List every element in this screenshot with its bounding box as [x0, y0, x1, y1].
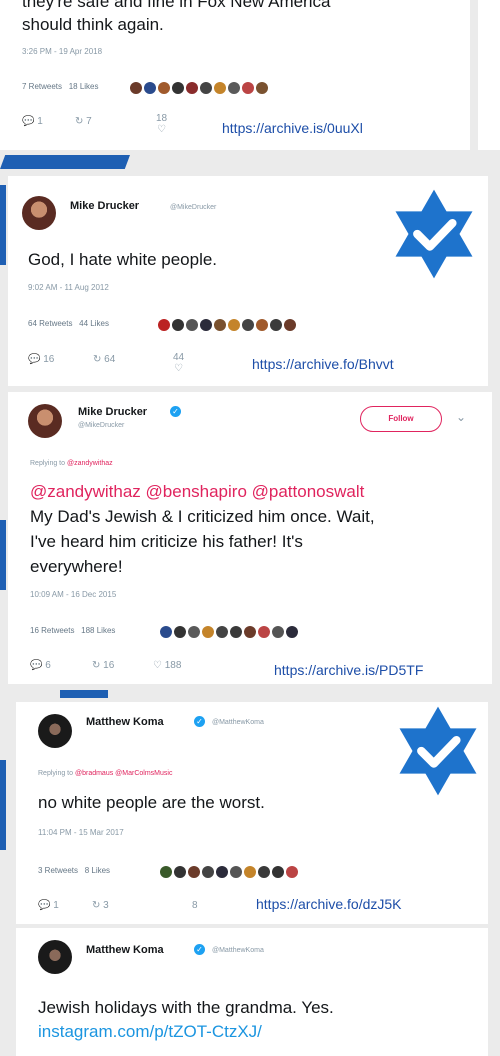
retweet-action[interactable]: ↻ 64	[93, 354, 115, 365]
replying-to: Replying to @zandywithaz	[30, 460, 113, 467]
side-card-top	[478, 0, 500, 150]
heart-icon: ♡	[157, 124, 167, 135]
tweet-stats: 16 Retweets 188 Likes	[30, 626, 115, 635]
replying-to: Replying to @bradmaus @MarColmsMusic	[38, 770, 172, 777]
tweet-text: Jewish holidays with the grandma. Yes.	[38, 998, 334, 1017]
like-action[interactable]: ♡ 188	[153, 660, 181, 671]
reply-count: 16	[43, 354, 55, 365]
replying-to-prefix: Replying to	[30, 460, 66, 467]
avatar[interactable]	[38, 940, 72, 974]
retweet-action-count: 3	[103, 900, 109, 911]
author-name[interactable]: Matthew Koma	[86, 944, 164, 956]
like-action-count: 188	[164, 660, 182, 671]
archive-link[interactable]: https://archive.is/0uuXl	[222, 120, 363, 136]
archive-link[interactable]: https://archive.fo/dzJ5K	[256, 896, 402, 912]
retweet-action-count: 64	[104, 354, 116, 365]
tweet-timestamp: 3:26 PM - 19 Apr 2018	[22, 47, 103, 56]
author-handle[interactable]: @MatthewKoma	[212, 719, 264, 726]
tweet-link[interactable]: instagram.com/p/tZOT-CtzXJ/	[38, 1020, 262, 1043]
replying-to-handle[interactable]: @bradmaus @MarColmsMusic	[75, 770, 172, 777]
tweet-text-line-2: I've heard him criticize his father! It'…	[30, 532, 303, 551]
replying-to-prefix: Replying to	[38, 770, 74, 777]
retweet-action[interactable]: ↻ 16	[92, 660, 114, 671]
reply-count: 1	[53, 900, 59, 911]
like-action[interactable]: 18 ♡	[156, 113, 167, 135]
star-of-david-check-icon	[395, 189, 473, 279]
blue-stripe-left	[0, 155, 130, 169]
retweet-action-count: 7	[86, 116, 92, 127]
tweet-text-line-2: should think again.	[22, 15, 164, 34]
like-count[interactable]: 8 Likes	[85, 866, 110, 875]
blue-stripe-edge-1	[0, 185, 6, 265]
retweet-action[interactable]: ↻ 3	[92, 900, 109, 911]
liker-avatars	[160, 863, 300, 881]
tweet-text-line-1: they're safe and fine in Fox New America	[22, 0, 331, 11]
tweet-text-line-3: everywhere!	[30, 557, 123, 576]
tweet-timestamp: 9:02 AM - 11 Aug 2012	[28, 283, 109, 292]
tweet-stats: 3 Retweets 8 Likes	[38, 866, 110, 875]
follow-button[interactable]: Follow	[360, 406, 442, 432]
tweet-timestamp: 10:09 AM - 16 Dec 2015	[30, 590, 117, 599]
liker-avatars	[160, 623, 300, 641]
like-count[interactable]: 18 Likes	[69, 82, 99, 91]
like-action-count: 18	[156, 113, 168, 124]
verified-badge-icon: ✓	[194, 944, 205, 955]
like-action[interactable]: 8	[192, 900, 198, 911]
tweet-card-0: they're safe and fine in Fox New America…	[0, 0, 470, 150]
liker-avatars	[158, 316, 298, 334]
blue-stripe-edge-3	[0, 760, 6, 850]
reply-action[interactable]: 💬 6	[30, 660, 51, 671]
tweet-card-4: Matthew Koma ✓ @MatthewKoma Jewish holid…	[16, 928, 488, 1056]
author-handle[interactable]: @MikeDrucker	[78, 422, 124, 429]
author-handle[interactable]: @MikeDrucker	[170, 204, 216, 211]
reply-action[interactable]: 💬 1	[22, 116, 43, 127]
retweet-count[interactable]: 16 Retweets	[30, 626, 74, 635]
reply-count: 6	[45, 660, 51, 671]
retweet-action-count: 16	[103, 660, 115, 671]
verified-badge-icon: ✓	[170, 406, 181, 417]
retweet-count[interactable]: 64 Retweets	[28, 319, 72, 328]
author-handle[interactable]: @MatthewKoma	[212, 947, 264, 954]
chevron-down-icon[interactable]: ⌄	[456, 410, 466, 424]
verified-badge-icon: ✓	[194, 716, 205, 727]
author-name[interactable]: Mike Drucker	[78, 406, 147, 418]
tweet-text-line-1: My Dad's Jewish & I criticized him once.…	[30, 507, 375, 526]
liker-avatars	[130, 79, 270, 97]
heart-icon: ♡	[174, 363, 184, 374]
avatar[interactable]	[38, 714, 72, 748]
retweet-action[interactable]: ↻ 7	[75, 116, 92, 127]
archive-link[interactable]: https://archive.fo/Bhvvt	[252, 356, 394, 372]
reply-action[interactable]: 💬 1	[38, 900, 59, 911]
tweet-text: God, I hate white people.	[28, 250, 218, 269]
tweet-stats: 7 Retweets 18 Likes	[22, 82, 99, 91]
star-of-david-check-icon	[399, 706, 477, 796]
tweet-stats: 64 Retweets 44 Likes	[28, 319, 109, 328]
avatar[interactable]	[28, 404, 62, 438]
like-action-count: 44	[173, 352, 185, 363]
author-name[interactable]: Mike Drucker	[70, 200, 139, 212]
blue-stripe-edge-2	[0, 520, 6, 590]
like-count[interactable]: 44 Likes	[79, 319, 109, 328]
like-action-count: 8	[192, 900, 198, 911]
tweet-mentions[interactable]: @zandywithaz @benshapiro @pattonoswalt	[30, 480, 364, 503]
like-count[interactable]: 188 Likes	[81, 626, 115, 635]
tweet-timestamp: 11:04 PM - 15 Mar 2017	[38, 828, 124, 837]
tweet-text: no white people are the worst.	[38, 793, 265, 812]
reply-count: 1	[37, 116, 43, 127]
retweet-count[interactable]: 7 Retweets	[22, 82, 62, 91]
replying-to-handle[interactable]: @zandywithaz	[67, 460, 113, 467]
avatar[interactable]	[22, 196, 56, 230]
reply-action[interactable]: 💬 16	[28, 354, 54, 365]
blue-stripe-mid	[60, 690, 108, 698]
heart-icon: ♡	[153, 660, 162, 671]
like-action[interactable]: 44 ♡	[173, 352, 184, 374]
author-name[interactable]: Matthew Koma	[86, 716, 164, 728]
tweet-card-2: Mike Drucker ✓ @MikeDrucker Follow ⌄ Rep…	[8, 392, 492, 684]
retweet-count[interactable]: 3 Retweets	[38, 866, 78, 875]
archive-link[interactable]: https://archive.is/PD5TF	[274, 662, 423, 678]
